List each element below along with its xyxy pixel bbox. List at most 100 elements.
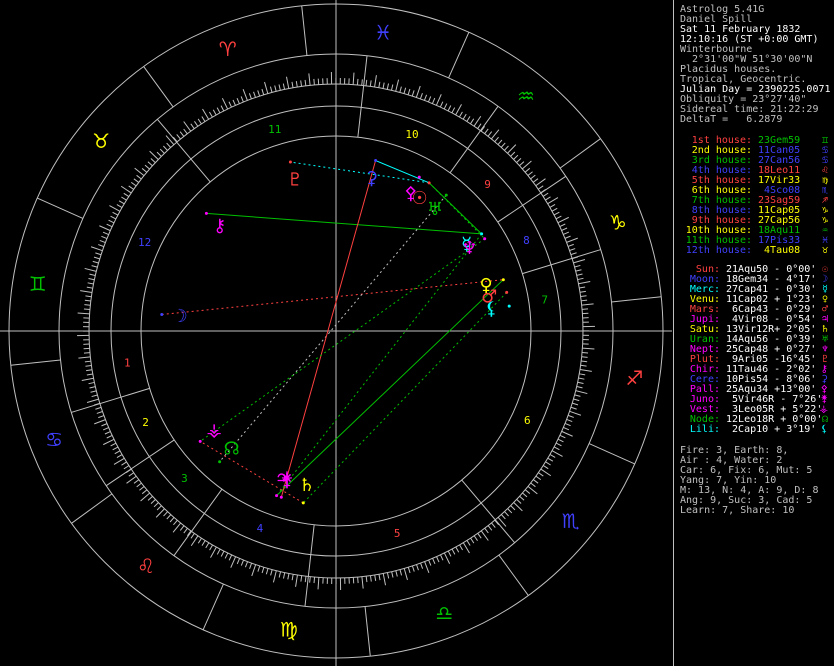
degree-tick — [532, 178, 539, 183]
planet-point — [160, 313, 164, 317]
house-number: 3 — [181, 472, 188, 485]
planet-glyph-icon: ♄ — [299, 475, 315, 496]
planet-point — [427, 181, 431, 185]
degree-tick — [527, 171, 533, 176]
sign-divider — [498, 554, 529, 596]
degree-tick — [128, 185, 134, 190]
degree-tick — [313, 577, 316, 584]
degree-tick — [101, 235, 108, 240]
planet-point — [204, 211, 208, 215]
degree-tick — [352, 72, 355, 85]
degree-tick — [121, 461, 127, 466]
degree-tick — [93, 256, 100, 260]
degree-tick — [112, 211, 119, 216]
sign-divider — [448, 32, 470, 79]
degree-tick — [451, 107, 456, 114]
degree-tick — [428, 559, 432, 566]
degree-tick — [567, 243, 574, 247]
degree-tick — [236, 558, 241, 565]
house-cusp-line — [522, 249, 601, 275]
degree-tick — [190, 533, 195, 539]
degree-tick — [236, 97, 240, 104]
degree-tick — [516, 158, 522, 163]
planet-name: Lili: — [689, 424, 720, 435]
degree-tick — [516, 499, 522, 504]
degree-tick — [403, 87, 407, 94]
degree-tick — [510, 505, 516, 511]
degree-tick — [391, 571, 394, 578]
degree-tick — [500, 142, 506, 148]
degree-tick — [374, 574, 377, 581]
degree-tick — [257, 90, 261, 97]
degree-tick — [99, 239, 106, 244]
degree-tick — [304, 576, 307, 583]
degree-tick — [561, 430, 573, 437]
degree-tick — [83, 352, 90, 354]
degree-tick — [487, 525, 493, 531]
degree-tick — [194, 121, 199, 127]
planet-glyph-icon: ☊ — [224, 438, 240, 459]
degree-tick — [102, 231, 109, 236]
degree-tick — [261, 88, 265, 95]
degree-tick — [395, 79, 400, 92]
degree-tick — [576, 385, 583, 389]
degree-tick — [369, 80, 372, 87]
degree-tick — [420, 562, 424, 569]
sign-glyph-icon: ♋ — [45, 427, 63, 451]
degree-tick — [416, 564, 419, 571]
sign-divider — [364, 606, 371, 657]
degree-tick — [462, 113, 467, 120]
planet-point — [301, 501, 305, 505]
degree-tick — [447, 550, 452, 557]
degree-tick — [564, 235, 571, 239]
degree-tick — [80, 290, 93, 293]
degree-tick — [535, 475, 542, 481]
degree-tick — [555, 215, 562, 220]
degree-tick — [530, 174, 536, 180]
house-number: 7 — [541, 294, 548, 307]
degree-tick — [78, 356, 91, 359]
degree-tick — [242, 89, 248, 101]
degree-tick — [244, 561, 249, 568]
degree-tick — [150, 158, 156, 163]
degree-tick — [300, 575, 303, 582]
degree-tick — [563, 231, 570, 235]
degree-tick — [282, 572, 286, 579]
degree-tick — [581, 303, 594, 306]
degree-tick — [559, 434, 566, 439]
degree-tick — [210, 546, 217, 558]
sign-divider — [202, 583, 224, 630]
degree-tick — [374, 75, 377, 88]
degree-tick — [216, 548, 221, 555]
degree-tick — [240, 559, 245, 566]
degree-tick — [570, 406, 577, 410]
degree-tick — [582, 347, 595, 350]
degree-tick — [101, 423, 108, 427]
degree-tick — [466, 116, 471, 122]
degree-tick — [95, 252, 102, 256]
degree-tick — [459, 544, 464, 551]
house-number: 12 — [138, 236, 151, 249]
house-number: 10 — [405, 128, 418, 141]
sign-divider — [588, 443, 635, 465]
degree-tick — [361, 576, 364, 589]
degree-tick — [470, 537, 475, 544]
degree-tick — [159, 148, 165, 154]
degree-tick — [85, 295, 92, 298]
degree-tick — [270, 569, 273, 576]
degree-tick — [500, 514, 506, 520]
info-sidebar: Astrolog 5.41G Daniel Spill Sat 11 Februar… — [673, 0, 834, 666]
degree-tick — [156, 505, 162, 511]
planet-position: 2Cap10 + 3°19' — [720, 424, 817, 435]
degree-tick — [110, 442, 117, 447]
planet-glyph-icon: ⚶ — [207, 420, 222, 441]
degree-tick — [431, 97, 436, 104]
planet-point — [275, 494, 279, 498]
degree-tick — [564, 422, 571, 427]
degree-tick — [230, 556, 237, 568]
degree-tick — [557, 216, 569, 224]
degree-tick — [524, 167, 531, 173]
degree-tick — [98, 244, 105, 248]
degree-tick — [530, 482, 536, 488]
degree-tick — [86, 398, 99, 403]
